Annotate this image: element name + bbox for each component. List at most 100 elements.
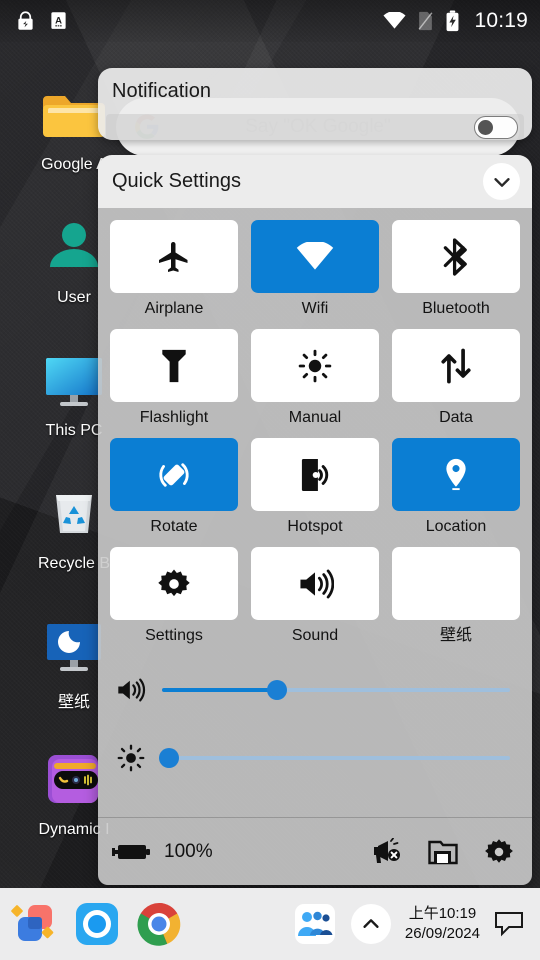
taskbar-chrome-icon[interactable]	[134, 899, 184, 949]
status-bar-clock: 10:19	[474, 9, 528, 32]
chevron-down-icon	[493, 177, 510, 187]
tile-label: Airplane	[144, 300, 204, 317]
data-transfer-icon	[441, 348, 471, 383]
taskbar-tray: 上午10:19 26/09/2024	[293, 902, 530, 946]
tile-cell: Data	[392, 329, 520, 438]
collapse-button[interactable]	[483, 163, 520, 200]
tile-flashlight[interactable]	[110, 329, 238, 402]
tile-wallpaper[interactable]	[392, 547, 520, 620]
volume-slider-knob[interactable]	[266, 680, 287, 700]
tile-wifi[interactable]	[251, 220, 379, 293]
speech-bubble-icon[interactable]	[494, 909, 524, 939]
user-icon	[50, 223, 98, 267]
tile-label: Sound	[291, 627, 339, 644]
people-icon[interactable]	[293, 902, 337, 946]
quick-settings-panel: Quick Settings Airplane Wifi Bluetooth F…	[98, 155, 532, 885]
airplane-icon	[159, 241, 188, 272]
notification-toggle[interactable]	[474, 116, 518, 139]
battery-percent-label: 100%	[164, 840, 213, 862]
cast-screen-icon[interactable]	[428, 838, 458, 866]
brightness-slider-row[interactable]	[98, 724, 532, 792]
desktop-icon-label: This PC	[45, 422, 103, 439]
taskbar-app-group	[10, 899, 184, 949]
tile-label: Flashlight	[139, 409, 209, 426]
tile-label: 壁纸	[439, 627, 472, 644]
tile-label: Settings	[145, 627, 203, 644]
notification-card[interactable]: Notification	[98, 68, 532, 140]
taskbar-clock[interactable]: 上午10:19 26/09/2024	[405, 904, 480, 945]
speaker-icon	[300, 569, 334, 598]
tile-cell: Settings	[110, 547, 238, 656]
desktop-icon-label: 壁纸	[57, 694, 90, 711]
volume-slider-fill	[162, 688, 277, 692]
quick-settings-tile-grid: Airplane Wifi Bluetooth Flashlight Manua…	[98, 214, 532, 656]
tile-label: Manual	[288, 409, 342, 426]
brightness-slider-track[interactable]	[158, 748, 510, 768]
taskbar-app-launcher-icon[interactable]	[10, 899, 60, 949]
tile-hotspot[interactable]	[251, 438, 379, 511]
tile-label: Bluetooth	[422, 300, 490, 317]
keyboard-indicator-icon: A	[51, 12, 66, 29]
taskbar-time: 上午10:19	[408, 904, 477, 922]
desktop-icon-label: User	[57, 289, 91, 306]
quick-settings-header: Quick Settings	[98, 155, 532, 208]
brightness-slider-knob[interactable]	[158, 748, 179, 768]
tile-cell: Sound	[251, 547, 379, 656]
hotspot-icon	[301, 458, 329, 491]
status-bar-left: A	[16, 10, 68, 32]
chevron-up-icon	[363, 919, 379, 928]
taskbar-cortana-icon[interactable]	[72, 899, 122, 949]
image-icon	[441, 570, 471, 597]
tile-location[interactable]	[392, 438, 520, 511]
tile-cell: 壁纸	[392, 547, 520, 656]
quick-settings-footer: 100%	[98, 817, 532, 885]
tile-rotate[interactable]	[110, 438, 238, 511]
tile-cell: Manual	[251, 329, 379, 438]
battery-charging-icon	[446, 10, 459, 32]
footer-action-group	[372, 837, 514, 867]
wifi-icon	[383, 12, 406, 29]
taskbar: 上午10:19 26/09/2024	[0, 888, 540, 960]
brightness-icon	[114, 744, 148, 772]
dynamic-island-icon	[48, 755, 98, 803]
tile-cell: Rotate	[110, 438, 238, 547]
gear-icon[interactable]	[484, 837, 514, 867]
tile-sound[interactable]	[251, 547, 379, 620]
monitor-icon	[46, 358, 102, 406]
wallpaper-monitor-icon	[47, 624, 101, 671]
notification-title: Notification	[112, 80, 211, 102]
megaphone-off-icon[interactable]	[372, 837, 402, 866]
tile-label: Rotate	[150, 518, 198, 535]
quick-settings-body: Airplane Wifi Bluetooth Flashlight Manua…	[98, 208, 532, 885]
tile-label: Data	[439, 409, 473, 426]
location-pin-icon	[446, 458, 466, 490]
svg-text:A: A	[55, 15, 62, 26]
bluetooth-icon	[443, 237, 467, 276]
taskbar-date: 26/09/2024	[404, 925, 480, 942]
tile-data[interactable]	[392, 329, 520, 402]
notification-row-placeholder[interactable]	[106, 114, 524, 140]
tile-airplane[interactable]	[110, 220, 238, 293]
battery-charging-icon	[112, 844, 150, 859]
adb-lock-icon	[18, 11, 33, 30]
volume-slider-track[interactable]	[162, 680, 510, 700]
tile-label: Wifi	[301, 300, 329, 317]
no-sim-icon	[418, 11, 433, 31]
tile-bluetooth[interactable]	[392, 220, 520, 293]
tile-cell: Wifi	[251, 220, 379, 329]
tile-cell: Bluetooth	[392, 220, 520, 329]
rotate-icon	[159, 462, 189, 487]
toggle-knob	[478, 120, 493, 135]
tile-label: Location	[425, 518, 487, 535]
gear-icon	[158, 569, 190, 596]
tile-label: Hotspot	[287, 518, 343, 535]
show-hidden-icons-chevron[interactable]	[350, 904, 391, 944]
volume-slider-row[interactable]	[98, 656, 532, 724]
tile-manual-brightness[interactable]	[251, 329, 379, 402]
tile-cell: Airplane	[110, 220, 238, 329]
wifi-icon	[296, 241, 334, 270]
tile-cell: Flashlight	[110, 329, 238, 438]
tile-settings[interactable]	[110, 547, 238, 620]
folder-icon	[43, 96, 105, 137]
tile-cell: Hotspot	[251, 438, 379, 547]
